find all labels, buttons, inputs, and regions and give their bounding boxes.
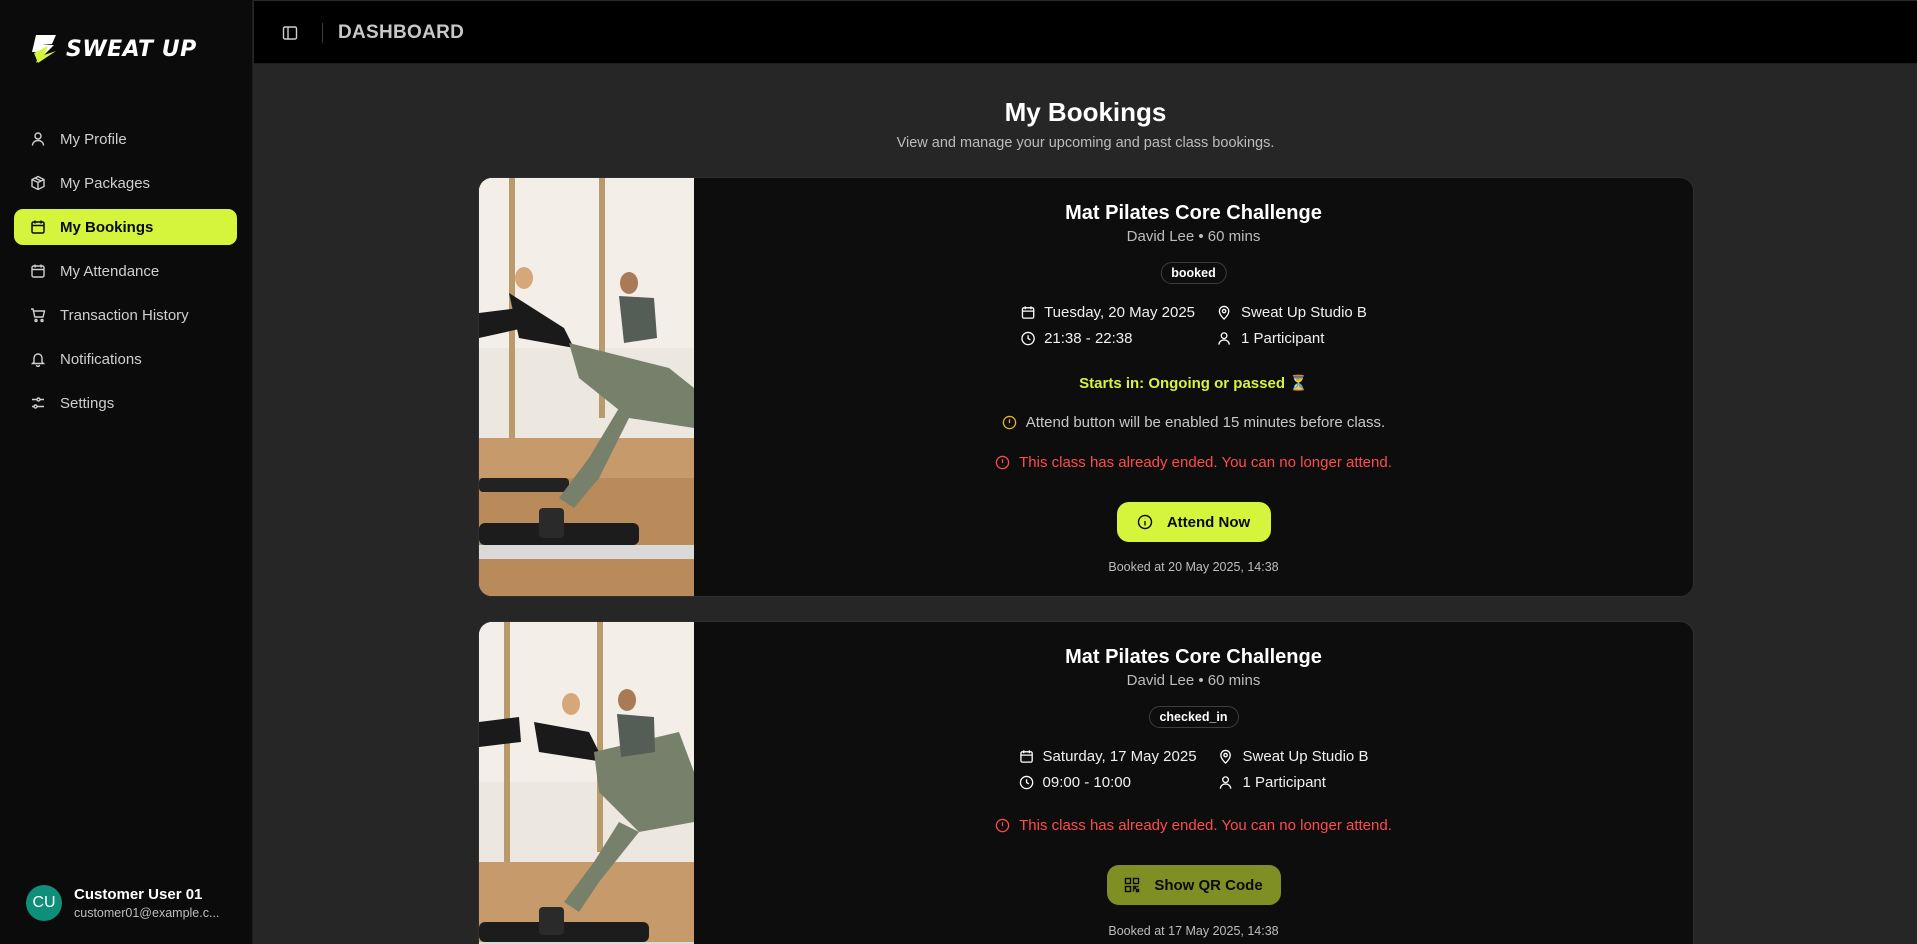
page-subtitle: View and manage your upcoming and past c…: [896, 135, 1275, 151]
brand-logo[interactable]: SWEAT UP: [30, 30, 197, 68]
header-divider: [322, 23, 323, 43]
booking-card: Mat Pilates Core Challenge David Lee • 6…: [478, 177, 1694, 597]
calendar-icon: [1019, 750, 1033, 763]
top-header: DASHBOARD: [254, 0, 1917, 64]
calendar-icon: [1021, 306, 1034, 319]
page-title: My Bookings: [1004, 97, 1167, 127]
show-qr-code-label: Show QR Code: [1154, 876, 1263, 894]
sidebar-toggle-icon[interactable]: [282, 25, 298, 41]
info-circle-icon: [1137, 514, 1153, 530]
alert-circle-icon: [995, 818, 1010, 833]
show-qr-code-button[interactable]: Show QR Code: [1106, 865, 1281, 905]
attend-notice: Attend button will be enabled 15 minutes…: [694, 414, 1693, 431]
class-title: Mat Pilates Core Challenge: [1065, 202, 1322, 224]
clock-icon: [1019, 775, 1033, 790]
qr-code-icon: [1125, 877, 1140, 893]
user-profile[interactable]: CU Customer User 01 customer01@example.c…: [26, 885, 219, 921]
sidebar-item-transaction-history[interactable]: Transaction History: [14, 297, 237, 333]
user-name: Customer User 01: [74, 886, 203, 903]
class-time-text: 09:00 - 10:00: [1042, 774, 1131, 791]
class-image: [479, 178, 694, 596]
sidebar-item-label: My Attendance: [60, 262, 160, 280]
class-participants: 1 Participant: [1219, 774, 1369, 791]
booking-info: Tuesday, 20 May 2025 Sweat Up Studio B 2…: [1020, 304, 1367, 347]
sidebar-item-my-profile[interactable]: My Profile: [14, 121, 237, 157]
calendar-icon: [31, 264, 45, 278]
class-ended-error-text: This class has already ended. You can no…: [1019, 817, 1392, 834]
package-icon: [31, 175, 45, 191]
location-pin-icon: [1219, 305, 1230, 320]
class-meta: David Lee • 60 mins: [1126, 228, 1261, 245]
class-image: [479, 622, 694, 944]
attend-notice-text: Attend button will be enabled 15 minutes…: [1025, 414, 1386, 431]
class-location-text: Sweat Up Studio B: [1241, 304, 1367, 321]
class-time: 09:00 - 10:00: [1019, 774, 1197, 791]
class-date: Tuesday, 20 May 2025: [1020, 304, 1195, 321]
sidebar-item-notifications[interactable]: Notifications: [14, 341, 237, 377]
sidebar-item-label: My Profile: [60, 130, 127, 148]
class-date: Saturday, 17 May 2025: [1019, 748, 1197, 765]
starts-in-text: Starts in: Ongoing or passed ⏳: [1079, 375, 1308, 392]
booked-at-text: Booked at 20 May 2025, 14:38: [1108, 560, 1279, 574]
class-date-text: Saturday, 17 May 2025: [1042, 748, 1197, 765]
alert-circle-icon: [995, 455, 1010, 470]
class-location: Sweat Up Studio B: [1217, 304, 1367, 321]
sliders-icon: [32, 397, 44, 409]
sidebar-item-my-bookings[interactable]: My Bookings: [14, 209, 237, 245]
class-date-text: Tuesday, 20 May 2025: [1044, 304, 1196, 321]
user-icon: [1220, 776, 1232, 789]
class-participants: 1 Participant: [1217, 330, 1367, 347]
class-location: Sweat Up Studio B: [1219, 748, 1369, 765]
class-title: Mat Pilates Core Challenge: [1065, 646, 1322, 668]
user-icon: [31, 132, 45, 146]
sidebar-item-label: Settings: [60, 394, 115, 412]
class-meta: David Lee • 60 mins: [1126, 672, 1261, 689]
status-badge: checked_in: [1148, 706, 1239, 728]
class-ended-error: This class has already ended. You can no…: [694, 817, 1693, 834]
attend-now-button[interactable]: Attend Now: [1116, 502, 1271, 542]
user-icon: [1218, 332, 1231, 345]
sidebar-item-my-packages[interactable]: My Packages: [14, 165, 237, 201]
sidebar-item-label: My Packages: [60, 174, 151, 192]
class-time: 21:38 - 22:38: [1020, 330, 1195, 347]
attend-now-label: Attend Now: [1166, 513, 1251, 531]
pilates-photo-image: [479, 622, 694, 944]
calendar-icon: [31, 220, 45, 234]
bell-icon: [30, 353, 46, 367]
sidebar-item-my-attendance[interactable]: My Attendance: [14, 253, 237, 289]
pilates-photo-image: [479, 178, 694, 596]
clock-icon: [1020, 331, 1035, 346]
class-participants-text: 1 Participant: [1241, 330, 1325, 347]
sidebar: SWEAT UP My Profile My Packages My Booki…: [0, 0, 253, 944]
class-location-text: Sweat Up Studio B: [1242, 748, 1369, 765]
status-badge: booked: [1160, 262, 1227, 284]
avatar: CU: [26, 885, 62, 921]
page-header-title: DASHBOARD: [338, 22, 465, 43]
brand-name: SWEAT UP: [66, 36, 197, 62]
class-ended-error-text: This class has already ended. You can no…: [1019, 454, 1392, 471]
booking-info: Saturday, 17 May 2025 Sweat Up Studio B …: [1019, 748, 1369, 791]
bolt-logo-icon: [32, 35, 56, 63]
sidebar-item-label: My Bookings: [60, 218, 154, 236]
booking-card: Mat Pilates Core Challenge David Lee • 6…: [478, 621, 1694, 944]
class-participants-text: 1 Participant: [1242, 774, 1326, 791]
sidebar-item-label: Notifications: [60, 350, 142, 368]
class-ended-error: This class has already ended. You can no…: [694, 454, 1693, 471]
cart-icon: [31, 308, 46, 323]
booking-details: Mat Pilates Core Challenge David Lee • 6…: [694, 178, 1693, 596]
booked-at-text: Booked at 17 May 2025, 14:38: [1108, 924, 1279, 938]
booking-details: Mat Pilates Core Challenge David Lee • 6…: [694, 622, 1693, 944]
sidebar-item-label: Transaction History: [60, 306, 189, 324]
location-pin-icon: [1220, 749, 1232, 764]
sidebar-item-settings[interactable]: Settings: [14, 385, 237, 421]
class-time-text: 21:38 - 22:38: [1044, 330, 1133, 347]
sidebar-nav: My Profile My Packages My Bookings My At…: [14, 121, 237, 429]
user-email: customer01@example.c...: [74, 906, 220, 920]
info-circle-icon: [1002, 415, 1017, 430]
